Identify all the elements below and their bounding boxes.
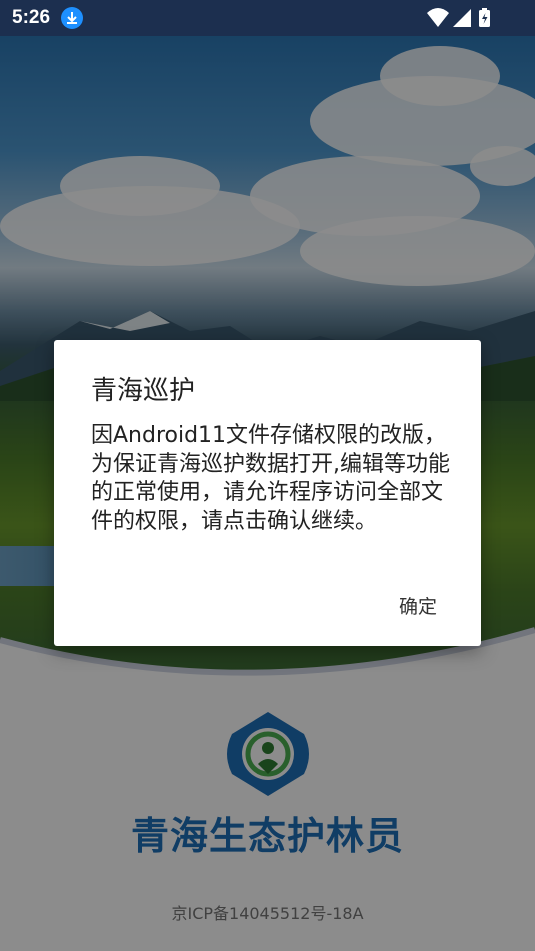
confirm-button[interactable]: 确定 — [399, 592, 437, 619]
status-bar: 5:26 — [0, 0, 535, 36]
download-icon — [61, 7, 83, 29]
battery-charging-icon — [479, 8, 490, 27]
status-icons — [427, 7, 497, 29]
wifi-icon — [427, 8, 449, 27]
signal-icon — [453, 9, 471, 27]
dialog-message: 因Android11文件存储权限的改版，为保证青海巡护数据打开,编辑等功能的正常… — [91, 423, 450, 534]
dialog-title: 青海巡护 — [91, 376, 196, 406]
status-time: 5:26 — [12, 7, 51, 28]
permission-dialog: 青海巡护 因Android11文件存储权限的改版，为保证青海巡护数据打开,编辑等… — [54, 340, 481, 646]
